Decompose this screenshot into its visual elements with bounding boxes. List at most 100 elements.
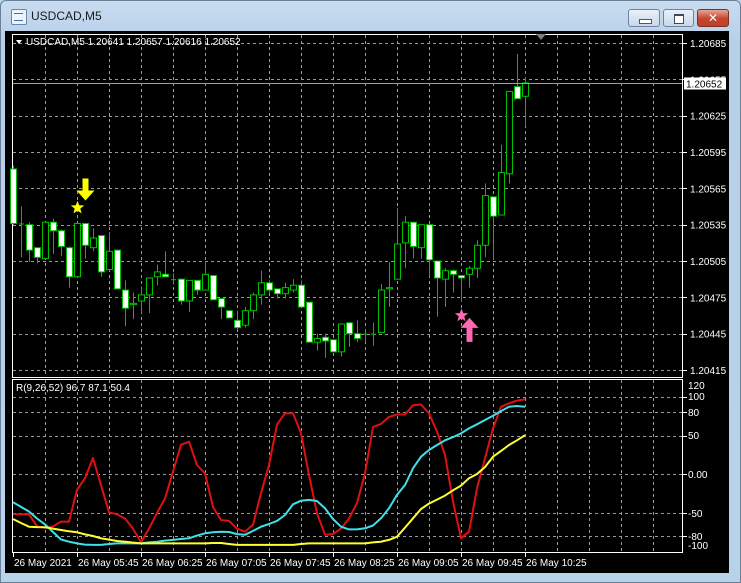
candle-body-bull — [146, 277, 153, 296]
price-axis-label: 1.20565 — [690, 184, 727, 195]
indicator-axis-label: 80 — [688, 408, 700, 419]
candle-body-bull — [402, 221, 409, 244]
candle — [506, 90, 513, 184]
candle-body-bear — [306, 301, 313, 343]
candle-body-bull — [386, 287, 393, 290]
candle-body-bull — [522, 82, 529, 97]
price-axis-label: 1.20535 — [690, 221, 727, 232]
candle — [106, 231, 113, 271]
candle — [234, 310, 241, 331]
indicator-axis-label: 0.00 — [688, 470, 708, 481]
candle-body-bear — [66, 247, 73, 278]
candle-body-bear — [330, 339, 337, 353]
current-price-label: 1.20652 — [686, 80, 723, 91]
price-axis-label: 1.20475 — [690, 293, 727, 304]
candle-body-bear — [434, 260, 441, 279]
candle — [42, 221, 49, 260]
time-axis-label: 26 May 07:45 — [270, 558, 331, 569]
candle — [298, 280, 305, 308]
candle — [498, 144, 505, 216]
candle — [418, 224, 425, 259]
indicator-axis-label: 100 — [688, 392, 705, 403]
candle — [226, 310, 233, 319]
arrow-up-icon — [460, 317, 479, 342]
candle-body-bear — [82, 222, 89, 246]
candle-body-bear — [490, 196, 497, 217]
candle-body-bear — [122, 289, 129, 309]
arrow-down-icon — [76, 178, 95, 201]
candle-body-bear — [426, 224, 433, 261]
candle — [290, 279, 297, 293]
candle — [442, 268, 449, 308]
candle-body-bull — [394, 243, 401, 280]
time-axis-label: 26 May 09:45 — [462, 558, 523, 569]
candle — [178, 278, 185, 305]
candle — [402, 216, 409, 269]
candle-body-bear — [410, 221, 417, 247]
candle-body-bear — [26, 224, 33, 251]
price-axis-label: 1.20505 — [690, 257, 727, 268]
candle-body-bull — [314, 338, 321, 343]
candle — [138, 286, 145, 314]
candle-body-bear — [210, 275, 217, 301]
candle-body-bull — [338, 323, 345, 353]
candle-body-bull — [106, 250, 113, 270]
price-chart[interactable]: 1.206851.206551.206251.205951.205651.205… — [0, 0, 741, 583]
signal-markers — [70, 178, 479, 342]
chart-header: USDCAD,M5 1.20641 1.20657 1.20616 1.2065… — [26, 37, 241, 48]
candle-body-bull — [442, 270, 449, 280]
candle — [490, 196, 497, 260]
candle-body-bear — [266, 282, 273, 291]
candle-body-bull — [90, 237, 97, 249]
candle-body-bear — [458, 275, 465, 279]
price-axis-label: 1.20685 — [690, 39, 727, 50]
candle-body-bear — [178, 278, 185, 302]
candle-body-bull — [378, 289, 385, 333]
candle — [242, 307, 249, 328]
candle-body-bull — [474, 244, 481, 269]
candle — [154, 264, 161, 286]
candle-body-bear — [50, 221, 57, 232]
candle-body-bull — [138, 294, 145, 302]
candle — [210, 275, 217, 301]
candle — [514, 53, 521, 100]
candle — [458, 275, 465, 303]
candle-body-bear — [274, 288, 281, 295]
indicator-axis-label: 120 — [688, 381, 705, 392]
indicator-axis-label: -100 — [688, 541, 708, 552]
candle-body-bull — [74, 222, 81, 278]
chart-shift-marker-icon[interactable] — [536, 34, 546, 40]
candle — [322, 333, 329, 358]
candle — [258, 270, 265, 305]
candle — [194, 279, 201, 295]
candle-body-bear — [218, 298, 225, 308]
time-axis-label: 26 May 09:05 — [398, 558, 459, 569]
candle-body-bear — [346, 322, 353, 335]
candle-body-bear — [162, 273, 169, 278]
candle-body-bear — [58, 230, 65, 247]
time-axis-label: 26 May 10:25 — [526, 558, 587, 569]
price-axis-label: 1.20625 — [690, 112, 727, 123]
candle — [410, 221, 417, 259]
candle-body-bull — [42, 221, 49, 260]
candle — [378, 284, 385, 333]
candle — [218, 298, 225, 320]
candle-body-bear — [226, 310, 233, 319]
indicator-frame — [12, 379, 683, 553]
candle-body-bear — [10, 168, 17, 224]
candle — [314, 333, 321, 351]
indicator-axis-label: -50 — [688, 509, 703, 520]
indicator-header: R(9,26,52) 96.7 87.1 50.4 — [16, 383, 130, 394]
candle-body-bull — [282, 287, 289, 295]
candle — [114, 249, 121, 290]
candle-body-bull — [258, 282, 265, 296]
time-axis-label: 26 May 06:25 — [142, 558, 203, 569]
candle — [482, 183, 489, 258]
candle — [371, 322, 376, 346]
candle — [338, 323, 345, 357]
candle-body-bull — [290, 284, 297, 291]
candle — [19, 206, 24, 258]
candle — [426, 224, 433, 277]
candle — [186, 279, 193, 312]
candle — [162, 251, 169, 278]
